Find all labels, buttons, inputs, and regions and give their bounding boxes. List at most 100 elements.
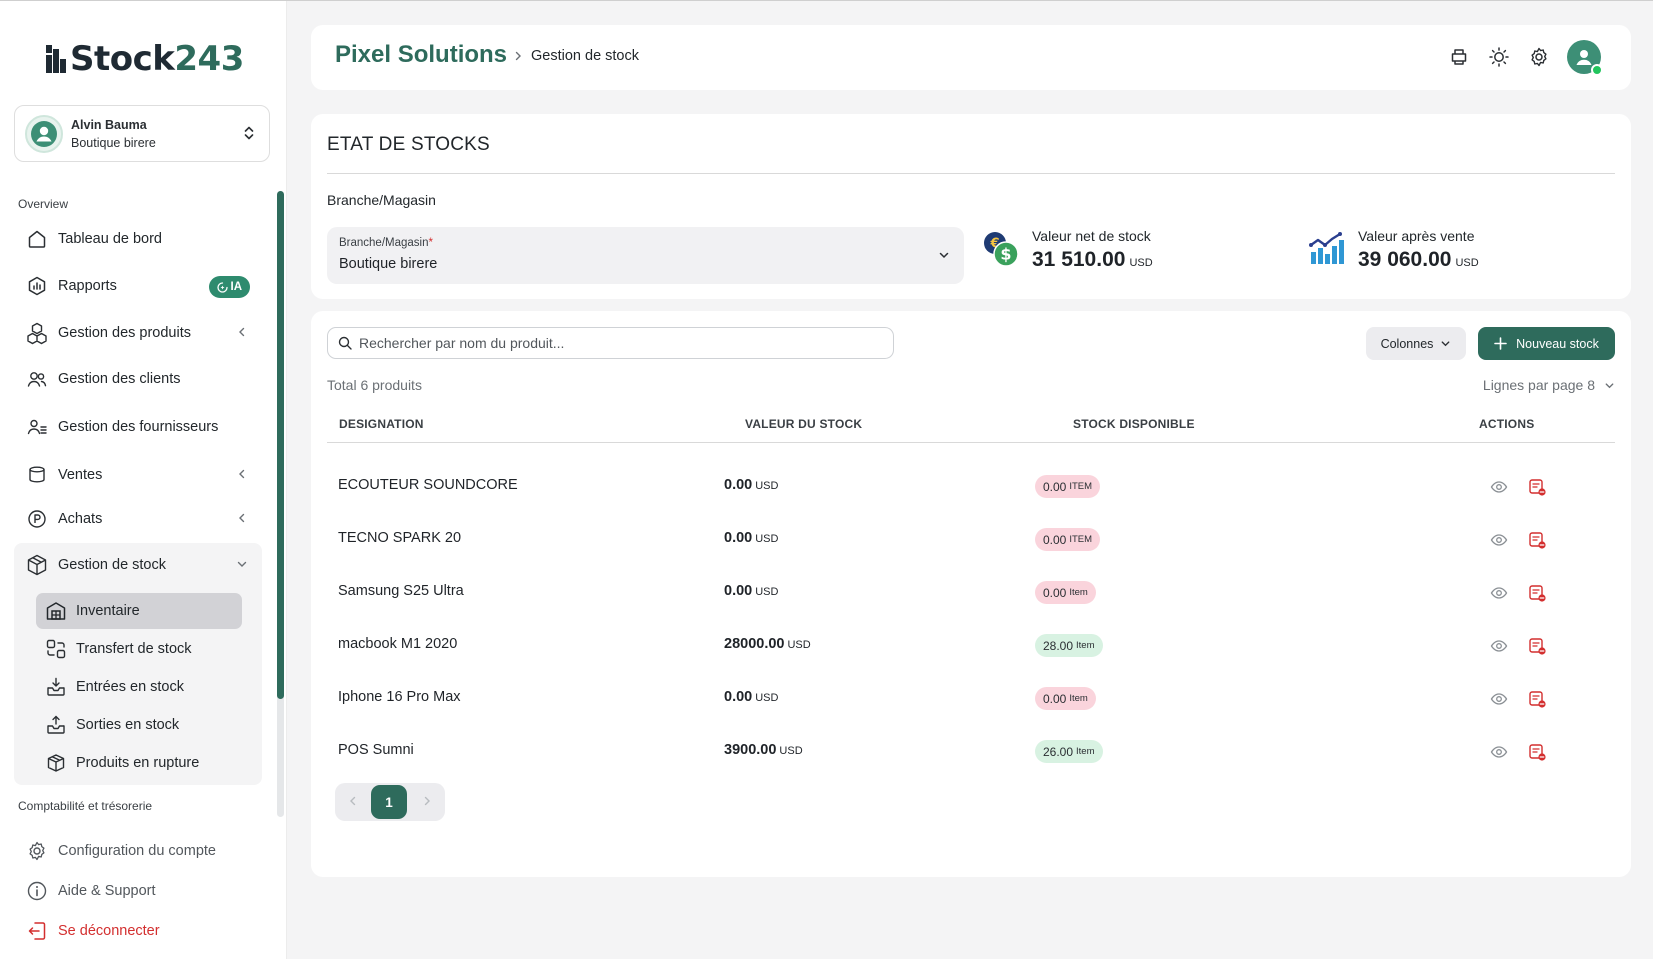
new-stock-button[interactable]: Nouveau stock [1478,327,1615,360]
sidebar-item-label: Gestion de stock [58,557,166,573]
view-eye-icon[interactable] [1488,476,1510,498]
sidebar-subitem-stock-out[interactable]: Sorties en stock [36,707,242,743]
after-sale-amount: 39 060.00 [1358,248,1452,271]
sidebar-item-account-settings[interactable]: Configuration du compte [14,831,262,871]
rows-per-page-select[interactable]: Lignes par page 8 [1483,377,1615,393]
sidebar-item-products[interactable]: Gestion des produits [14,313,262,353]
stock-value: 0.00 [724,689,753,705]
sidebar-subitem-stock-in[interactable]: Entrées en stock [36,669,242,705]
section-label-accounting: Comptabilité et trésorerie [18,799,153,813]
logo-text-stock: Stock [70,39,175,79]
delete-stock-icon[interactable] [1526,476,1548,498]
column-header-available-stock[interactable]: STOCK DISPONIBLE [1073,417,1195,431]
sidebar-subitem-label: Inventaire [76,603,140,619]
delete-stock-icon[interactable] [1526,582,1548,604]
sidebar-item-suppliers[interactable]: Gestion des fournisseurs [14,407,262,447]
basket-icon [25,463,49,487]
available-stock-unit: Item [1069,693,1088,704]
sidebar-item-stock[interactable]: Gestion de stock [14,545,262,585]
sidebar-subitem-out-of-stock[interactable]: Produits en rupture [36,745,242,781]
home-icon [25,227,49,251]
page-button-current[interactable]: 1 [371,785,407,819]
chevron-left-icon [236,512,248,524]
columns-button[interactable]: Colonnes [1366,327,1466,360]
inbox-out-icon [45,714,67,736]
sidebar-item-label: Tableau de bord [58,231,162,247]
view-eye-icon[interactable] [1488,582,1510,604]
delete-stock-icon[interactable] [1526,688,1548,710]
available-stock-badge: 0.00 Item [1035,581,1096,604]
product-name: ECOUTEUR SOUNDCORE [338,477,518,493]
view-eye-icon[interactable] [1488,741,1510,763]
product-search[interactable] [327,327,894,359]
table-row: TECNO SPARK 20 0.00 USD 0.00 ITEM [327,512,1615,568]
divider [327,173,1615,174]
settings-gear-icon[interactable] [1527,45,1551,69]
stock-value: 0.00 [724,583,753,599]
product-name: POS Sumni [338,742,414,758]
chevron-up-down-icon[interactable] [243,124,255,142]
sidebar-item-label: Achats [58,511,103,527]
gear-icon [25,839,49,863]
print-icon[interactable] [1447,45,1471,69]
sidebar-scrollbar-thumb[interactable] [277,191,284,699]
available-stock-unit: ITEM [1069,534,1093,545]
sidebar-subitem-inventory[interactable]: Inventaire [36,593,242,629]
stock-value: 28000.00 [724,636,785,652]
money-icon: € $ [982,230,1020,268]
sidebar-item-help[interactable]: Aide & Support [14,871,262,911]
view-eye-icon[interactable] [1488,688,1510,710]
sidebar-item-label: Se déconnecter [58,923,160,939]
table-row: ECOUTEUR SOUNDCORE 0.00 USD 0.00 ITEM [327,459,1615,515]
sidebar-subitem-label: Produits en rupture [76,755,200,771]
chevron-left-icon [236,468,248,480]
sidebar-subitem-label: Sorties en stock [76,717,180,733]
branch-label: Branche/Magasin [327,192,436,208]
app-logo[interactable]: Stock243 [46,39,244,79]
coin-icon [25,507,49,531]
chevron-right-icon[interactable] [421,795,433,807]
chevron-down-icon [236,558,248,570]
search-input[interactable] [359,335,879,351]
branch-select-value: Boutique birere [339,256,438,272]
available-stock-badge: 0.00 Item [1035,687,1096,710]
available-stock-unit: Item [1069,587,1088,598]
sun-icon[interactable] [1487,45,1511,69]
sidebar-item-clients[interactable]: Gestion des clients [14,359,262,399]
delete-stock-icon[interactable] [1526,741,1548,763]
sidebar-item-purchases[interactable]: Achats [14,499,262,539]
sidebar-subitem-transfer[interactable]: Transfert de stock [36,631,242,667]
branch-select[interactable]: Branche/Magasin* Boutique birere [327,227,964,284]
sidebar-item-logout[interactable]: Se déconnecter [14,911,262,951]
user-icon [1576,50,1592,65]
table-row: Samsung S25 Ultra 0.00 USD 0.00 Item [327,565,1615,621]
delete-stock-icon[interactable] [1526,635,1548,657]
user-icon [31,120,57,147]
view-eye-icon[interactable] [1488,529,1510,551]
table-row: Iphone 16 Pro Max 0.00 USD 0.00 Item [327,671,1615,727]
user-switcher[interactable]: Alvin Bauma Boutique birere [14,105,270,162]
top-header: Pixel Solutions Gestion de stock [311,25,1631,90]
sidebar-subitem-label: Entrées en stock [76,679,184,695]
column-header-stock-value[interactable]: VALEUR DU STOCK [745,417,862,431]
delete-stock-icon[interactable] [1526,529,1548,551]
company-name[interactable]: Pixel Solutions [335,41,507,69]
sidebar-item-label: Rapports [58,278,117,294]
sidebar-scrollbar[interactable] [277,191,284,817]
column-header-designation[interactable]: DESIGNATION [339,417,424,431]
page-title: ETAT DE STOCKS [327,134,490,155]
chevron-left-icon[interactable] [347,795,359,807]
user-name: Alvin Bauma [71,117,147,132]
svg-text:$: $ [1000,245,1011,264]
bar-chart-icon [1308,230,1346,268]
sidebar-item-dashboard[interactable]: Tableau de bord [14,219,262,259]
sidebar-item-reports[interactable]: Rapports IA [14,266,262,306]
view-eye-icon[interactable] [1488,635,1510,657]
stock-value-currency: USD [755,692,779,704]
transfer-icon [45,638,67,660]
sidebar-item-label: Ventes [58,467,103,483]
search-icon [338,336,352,350]
sidebar-item-label: Gestion des fournisseurs [58,419,219,435]
logout-icon [25,919,49,943]
sidebar-item-sales[interactable]: Ventes [14,455,262,495]
